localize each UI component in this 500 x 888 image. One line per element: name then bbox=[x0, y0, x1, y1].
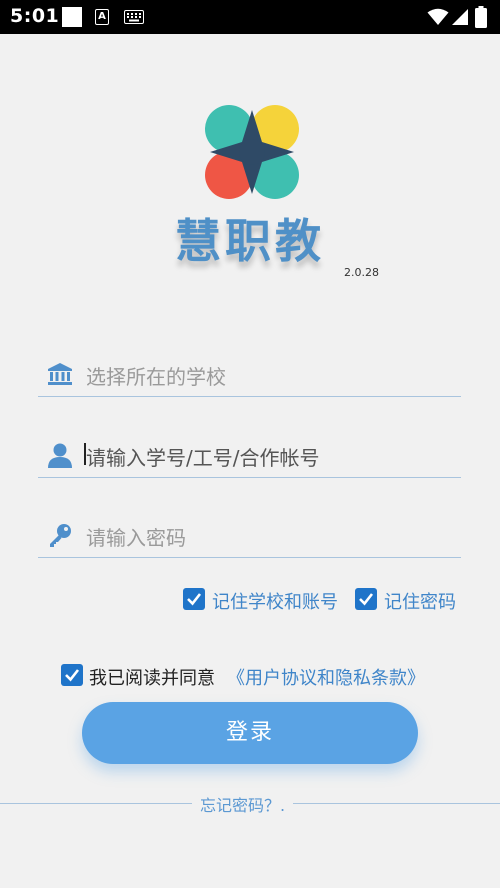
signal-icon bbox=[452, 9, 468, 25]
app-version: 2.0.28 bbox=[344, 266, 379, 279]
keyboard-icon bbox=[124, 10, 144, 24]
account-placeholder: 请输入学号/工号/合作帐号 bbox=[86, 446, 320, 470]
check-icon bbox=[65, 669, 80, 682]
battery-icon bbox=[475, 6, 487, 28]
remember-school-account-checkbox[interactable] bbox=[183, 588, 205, 610]
check-icon bbox=[359, 593, 374, 606]
remember-password-checkbox[interactable] bbox=[355, 588, 377, 610]
check-icon bbox=[187, 593, 202, 606]
agreement-link[interactable]: 《用户协议和隐私条款》 bbox=[227, 664, 425, 690]
bank-icon bbox=[48, 363, 72, 385]
account-input[interactable]: 请输入学号/工号/合作帐号 bbox=[38, 433, 461, 478]
wifi-icon bbox=[427, 8, 449, 25]
agreement-text: 我已阅读并同意 bbox=[89, 668, 215, 689]
password-input[interactable]: 请输入密码 bbox=[38, 513, 461, 558]
agreement-checkbox[interactable] bbox=[61, 664, 83, 686]
school-placeholder: 选择所在的学校 bbox=[86, 365, 226, 389]
status-bar: 5:01 A bbox=[0, 0, 500, 34]
forgot-password-link[interactable]: 忘记密码？. bbox=[192, 792, 294, 816]
login-button[interactable]: 登录 bbox=[82, 702, 418, 764]
user-icon bbox=[48, 443, 72, 468]
app-name: 慧职教 bbox=[175, 214, 325, 268]
password-placeholder: 请输入密码 bbox=[86, 526, 186, 550]
key-icon bbox=[50, 524, 71, 547]
login-screen: 5:01 A 慧职教 2.0.28 选择所在的学校 请输入学号/工号/合作帐号 … bbox=[0, 0, 500, 888]
app-logo bbox=[205, 105, 299, 199]
remember-password-label[interactable]: 记住密码 bbox=[384, 588, 456, 614]
a-icon: A bbox=[95, 9, 109, 25]
square-icon bbox=[62, 7, 82, 27]
school-select[interactable]: 选择所在的学校 bbox=[38, 352, 461, 397]
remember-school-account-label[interactable]: 记住学校和账号 bbox=[212, 588, 338, 614]
status-time: 5:01 bbox=[10, 5, 60, 27]
